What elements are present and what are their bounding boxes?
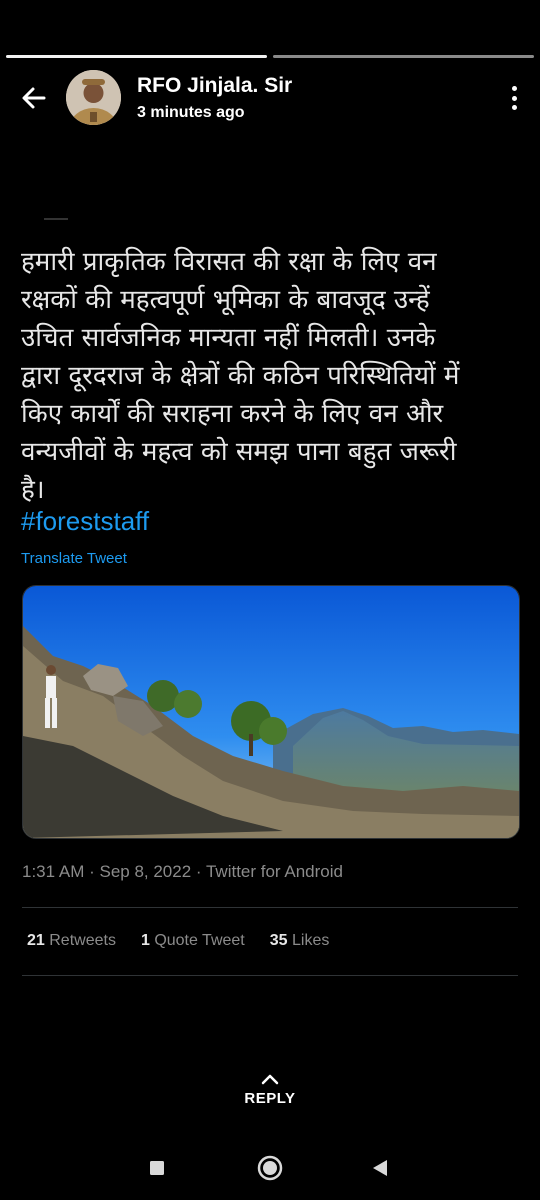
- tweet-line: हमारी प्राकृतिक विरासत की रक्षा के लिए व…: [21, 247, 437, 277]
- retweets-count: 21: [27, 932, 45, 949]
- avatar[interactable]: [66, 70, 121, 125]
- back-nav-button[interactable]: [357, 1145, 403, 1191]
- tweet-timestamp: 1:31 AM · Sep 8, 2022 · Twitter for Andr…: [22, 862, 343, 881]
- reply-label: REPLY: [244, 1090, 296, 1107]
- recents-button[interactable]: [134, 1145, 180, 1191]
- avatar-person-icon: [66, 70, 121, 125]
- back-triangle-icon: [373, 1160, 387, 1176]
- more-vertical-icon: [511, 86, 517, 91]
- story-header: RFO Jinjala. Sir 3 minutes ago: [0, 68, 540, 128]
- tweet-line: वन्यजीवों के महत्व को समझ पाना बहुत जरूर…: [21, 437, 457, 467]
- likes-stat[interactable]: 35 Likes: [270, 932, 330, 950]
- home-circle-icon: [257, 1155, 283, 1181]
- tweet-text: हमारी प्राकृतिक विरासत की रक्षा के लिए व…: [21, 243, 521, 509]
- hashtag-link[interactable]: #foreststaff: [21, 506, 149, 537]
- chevron-up-icon: [261, 1074, 279, 1085]
- translate-tweet-link[interactable]: Translate Tweet: [21, 550, 127, 567]
- contact-name: RFO Jinjala. Sir: [137, 74, 293, 97]
- quotes-label: Quote Tweet: [154, 932, 245, 949]
- tweet-line: है।: [21, 475, 45, 505]
- system-nav-bar: [0, 1145, 540, 1191]
- tweet-line: द्वारा दूरदराज के क्षेत्रों की कठिन परिस…: [21, 361, 460, 391]
- home-button[interactable]: [247, 1145, 293, 1191]
- recents-square-icon: [150, 1161, 164, 1175]
- divider: [22, 907, 518, 908]
- quotes-count: 1: [140, 932, 150, 949]
- mountain-landscape-image: [23, 586, 519, 838]
- story-viewer-screen: RFO Jinjala. Sir 3 minutes ago हमारी प्र…: [0, 0, 540, 1200]
- story-progress: [6, 55, 534, 59]
- tweet-stats: 21 Retweets 1 Quote Tweet 35 Likes: [27, 932, 329, 950]
- reply-button[interactable]: REPLY: [0, 1072, 540, 1107]
- arrow-left-icon: [22, 87, 46, 109]
- tweet-line: रक्षकों की महत्वपूर्ण भूमिका के बावजूद उ…: [21, 285, 430, 315]
- divider-stub: [44, 218, 68, 220]
- retweets-label: Retweets: [49, 932, 116, 949]
- story-progress-segment-1: [6, 55, 267, 58]
- tweet-photo[interactable]: [22, 585, 520, 839]
- likes-label: Likes: [292, 932, 330, 949]
- status-time: 3 minutes ago: [137, 104, 245, 121]
- tweet-line: किए कार्यों की सराहना करने के लिए वन और: [21, 399, 444, 429]
- quote-tweets-stat[interactable]: 1 Quote Tweet: [141, 932, 245, 950]
- story-progress-segment-2: [273, 55, 534, 58]
- retweets-stat[interactable]: 21 Retweets: [27, 932, 116, 950]
- likes-count: 35: [269, 932, 288, 949]
- tweet-line: उचित सार्वजनिक मान्यता नहीं मिलती। उनके: [21, 323, 436, 353]
- more-options-button[interactable]: [508, 82, 520, 114]
- back-button[interactable]: [18, 82, 50, 114]
- divider: [22, 975, 518, 976]
